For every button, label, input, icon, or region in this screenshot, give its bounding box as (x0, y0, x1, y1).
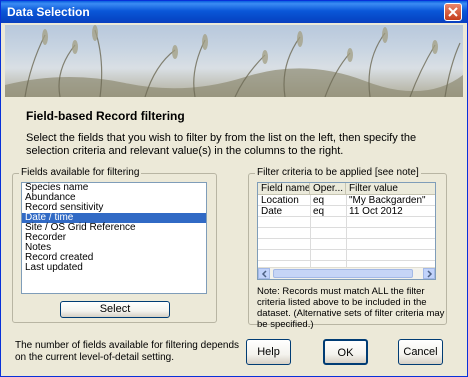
table-row-empty[interactable] (258, 240, 435, 250)
title-bar[interactable]: Data Selection (1, 1, 467, 23)
close-icon (448, 7, 458, 17)
fields-groupbox: Fields available for filtering Species n… (12, 167, 217, 323)
criteria-grid[interactable]: Field name Oper... Filter value Location… (257, 182, 436, 280)
horizontal-scrollbar[interactable] (258, 267, 435, 279)
table-row[interactable]: Location eq "My Backgarden" (258, 196, 435, 206)
column-header-filter-value[interactable]: Filter value (346, 183, 435, 195)
table-row-empty[interactable] (258, 218, 435, 228)
cell-filter-value[interactable]: "My Backgarden" (346, 196, 435, 206)
table-row-empty[interactable] (258, 229, 435, 239)
table-row-empty[interactable] (258, 251, 435, 261)
criteria-groupbox: Filter criteria to be applied [see note]… (248, 167, 447, 330)
ok-button[interactable]: OK (323, 339, 368, 365)
scroll-right-button[interactable] (423, 268, 435, 279)
cell-operator[interactable]: eq (310, 207, 346, 217)
page-heading: Field-based Record filtering (26, 109, 185, 123)
criteria-group-label: Filter criteria to be applied [see note] (255, 167, 421, 178)
scroll-thumb[interactable] (273, 269, 413, 278)
cell-field-name[interactable]: Date (258, 207, 310, 217)
select-button[interactable]: Select (60, 301, 170, 318)
banner-image (5, 25, 463, 97)
close-button[interactable] (444, 3, 462, 21)
column-header-operator[interactable]: Oper... (310, 183, 346, 195)
window-title: Data Selection (7, 5, 90, 19)
cell-filter-value[interactable]: 11 Oct 2012 (346, 207, 435, 217)
column-header-field-name[interactable]: Field name (258, 183, 310, 195)
help-button[interactable]: Help (246, 339, 291, 365)
chevron-left-icon (261, 270, 267, 278)
scroll-left-button[interactable] (258, 268, 270, 279)
cell-operator[interactable]: eq (310, 196, 346, 206)
data-selection-window: Data Selection Field-based Record filter… (0, 0, 468, 377)
fields-listbox[interactable]: Species name Abundance Record sensitivit… (21, 182, 207, 294)
criteria-note: Note: Records must match ALL the filter … (257, 286, 445, 330)
chevron-right-icon (427, 270, 433, 278)
instructions-text: Select the fields that you wish to filte… (26, 132, 417, 157)
footer-text: The number of fields available for filte… (15, 340, 240, 363)
cancel-button[interactable]: Cancel (398, 339, 443, 365)
list-item[interactable]: Last updated (22, 263, 206, 273)
grid-header: Field name Oper... Filter value (258, 183, 435, 195)
fields-group-label: Fields available for filtering (19, 167, 142, 178)
table-row[interactable]: Date eq 11 Oct 2012 (258, 207, 435, 217)
cell-field-name[interactable]: Location (258, 196, 310, 206)
